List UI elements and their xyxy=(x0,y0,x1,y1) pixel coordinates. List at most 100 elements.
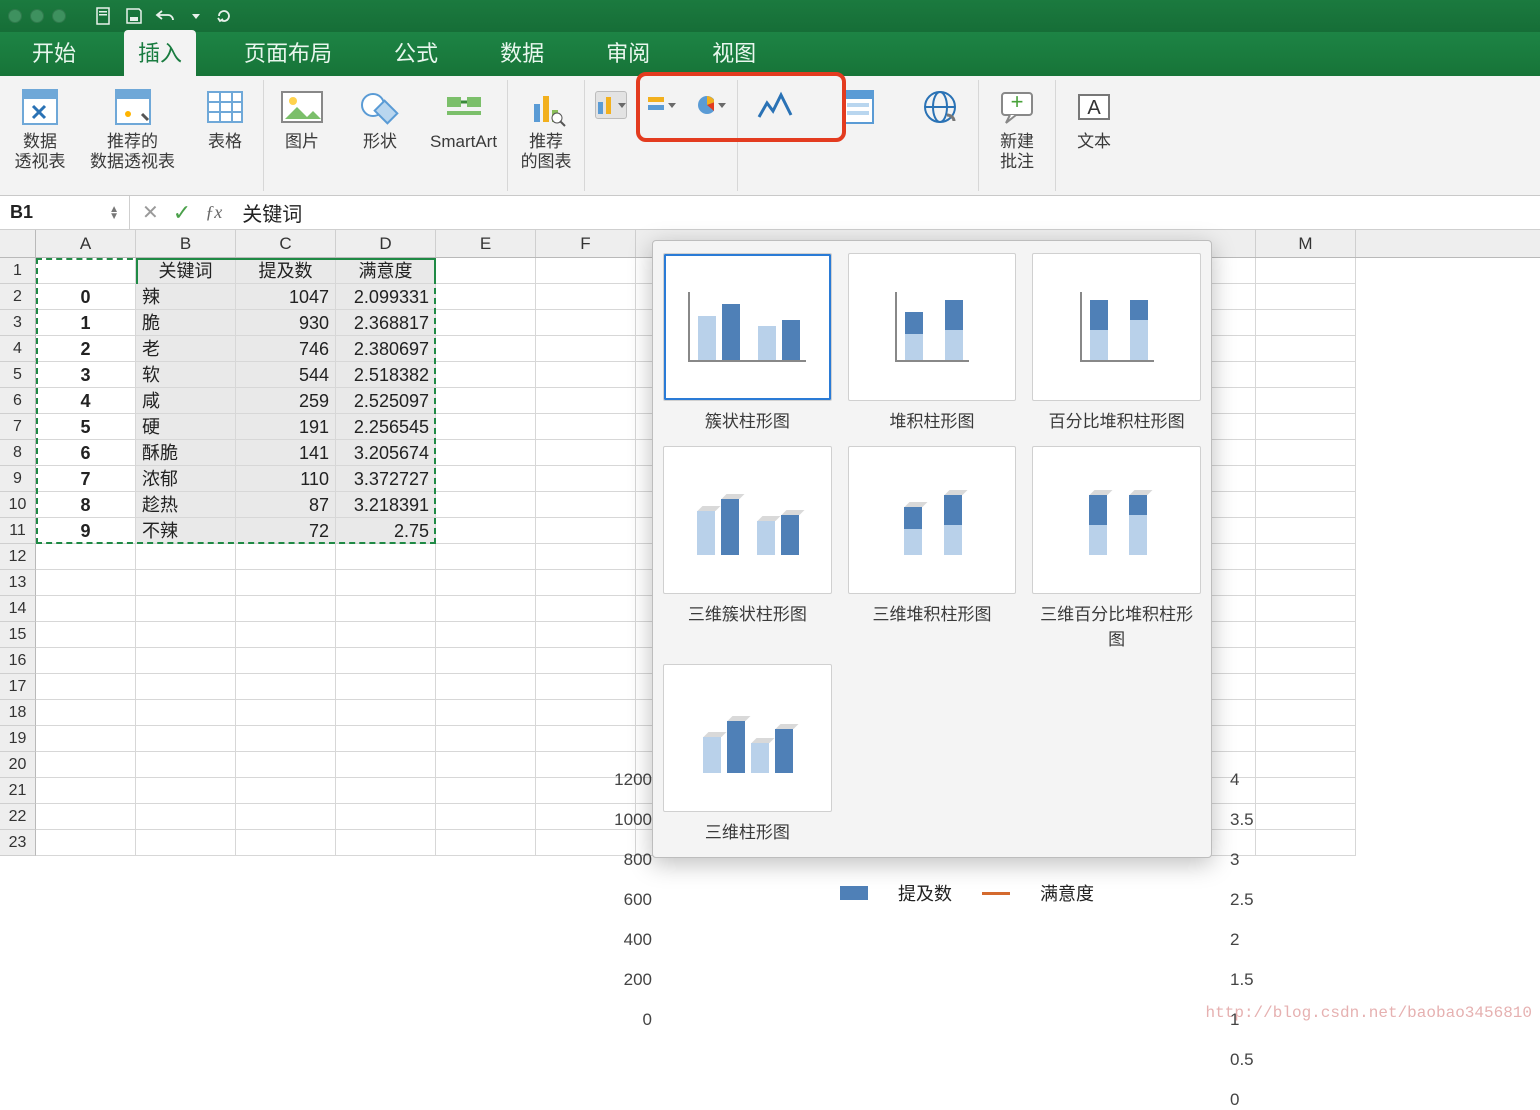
minimize-window-dot[interactable] xyxy=(30,9,44,23)
cell[interactable]: 3.205674 xyxy=(336,440,436,466)
cell[interactable] xyxy=(1256,362,1356,388)
cell[interactable] xyxy=(436,388,536,414)
cell[interactable] xyxy=(436,466,536,492)
tab-review[interactable]: 审阅 xyxy=(592,30,664,76)
cell[interactable] xyxy=(236,596,336,622)
row-header[interactable]: 17 xyxy=(0,674,36,700)
row-header[interactable]: 18 xyxy=(0,700,36,726)
chart-tile-3d-column[interactable] xyxy=(663,664,832,812)
cell[interactable]: 不辣 xyxy=(136,518,236,544)
row-header[interactable]: 19 xyxy=(0,726,36,752)
cell[interactable] xyxy=(1256,544,1356,570)
row-header[interactable]: 12 xyxy=(0,544,36,570)
cell[interactable]: 2.525097 xyxy=(336,388,436,414)
cell[interactable] xyxy=(336,804,436,830)
quick-save-icon[interactable] xyxy=(124,6,144,26)
cell[interactable]: 3.218391 xyxy=(336,492,436,518)
cell[interactable] xyxy=(436,778,536,804)
cell[interactable] xyxy=(36,830,136,856)
row-header[interactable]: 10 xyxy=(0,492,36,518)
tab-data[interactable]: 数据 xyxy=(486,30,558,76)
cell[interactable] xyxy=(236,700,336,726)
line-sparkline-button[interactable] xyxy=(748,84,804,130)
cell[interactable] xyxy=(336,700,436,726)
cell[interactable] xyxy=(236,544,336,570)
cell[interactable] xyxy=(36,622,136,648)
cell[interactable] xyxy=(1256,258,1356,284)
cell[interactable] xyxy=(1256,726,1356,752)
row-header[interactable]: 13 xyxy=(0,570,36,596)
cell[interactable] xyxy=(536,570,636,596)
cell[interactable]: 2.380697 xyxy=(336,336,436,362)
col-header-B[interactable]: B xyxy=(136,230,236,257)
cell[interactable] xyxy=(336,544,436,570)
chart-tile-clustered-column[interactable] xyxy=(663,253,832,401)
cell[interactable] xyxy=(436,648,536,674)
cell[interactable] xyxy=(36,674,136,700)
cell[interactable] xyxy=(1256,414,1356,440)
cell[interactable]: 544 xyxy=(236,362,336,388)
cell[interactable]: 满意度 xyxy=(336,258,436,284)
cell[interactable] xyxy=(136,752,236,778)
cell[interactable] xyxy=(436,492,536,518)
chart-tile-3d-stacked-column[interactable] xyxy=(848,446,1017,594)
cell[interactable] xyxy=(136,778,236,804)
col-header-A[interactable]: A xyxy=(36,230,136,257)
row-header[interactable]: 6 xyxy=(0,388,36,414)
name-box-stepper-icon[interactable]: ▲▼ xyxy=(109,206,119,220)
cell[interactable]: 4 xyxy=(36,388,136,414)
table-button[interactable]: 表格 xyxy=(197,84,253,152)
cell[interactable] xyxy=(136,726,236,752)
cell[interactable] xyxy=(36,726,136,752)
cell[interactable]: 5 xyxy=(36,414,136,440)
cell[interactable] xyxy=(536,726,636,752)
cell[interactable] xyxy=(436,596,536,622)
cell[interactable] xyxy=(36,258,136,284)
quick-doc-icon[interactable] xyxy=(94,6,114,26)
cell[interactable] xyxy=(536,700,636,726)
recommended-charts-button[interactable]: 推荐 的图表 xyxy=(518,84,574,171)
cell[interactable] xyxy=(136,544,236,570)
close-window-dot[interactable] xyxy=(8,9,22,23)
cell[interactable]: 6 xyxy=(36,440,136,466)
cell[interactable] xyxy=(136,830,236,856)
cell[interactable]: 趁热 xyxy=(136,492,236,518)
cell[interactable] xyxy=(536,466,636,492)
chart-tile-3d-100stacked-column[interactable] xyxy=(1032,446,1201,594)
row-header[interactable]: 22 xyxy=(0,804,36,830)
cell[interactable] xyxy=(36,570,136,596)
cell[interactable]: 咸 xyxy=(136,388,236,414)
pivot-table-button[interactable]: 数据 透视表 xyxy=(12,84,68,171)
cell[interactable]: 2.518382 xyxy=(336,362,436,388)
chart-tile-3d-clustered-column[interactable] xyxy=(663,446,832,594)
cell[interactable] xyxy=(536,518,636,544)
cell[interactable] xyxy=(236,778,336,804)
cell[interactable] xyxy=(1256,674,1356,700)
cell[interactable] xyxy=(36,648,136,674)
cell[interactable] xyxy=(536,596,636,622)
cell[interactable] xyxy=(236,622,336,648)
quick-undo-icon[interactable] xyxy=(154,6,174,26)
cell[interactable]: 7 xyxy=(36,466,136,492)
row-header[interactable]: 2 xyxy=(0,284,36,310)
cell[interactable] xyxy=(136,674,236,700)
cell[interactable]: 2.099331 xyxy=(336,284,436,310)
cell[interactable]: 191 xyxy=(236,414,336,440)
row-header[interactable]: 3 xyxy=(0,310,36,336)
cell[interactable] xyxy=(1256,284,1356,310)
cell[interactable]: 141 xyxy=(236,440,336,466)
row-header[interactable]: 4 xyxy=(0,336,36,362)
fx-icon[interactable]: ƒx xyxy=(205,202,222,223)
cell[interactable] xyxy=(36,544,136,570)
cell[interactable] xyxy=(1256,596,1356,622)
cell[interactable]: 3 xyxy=(36,362,136,388)
cell[interactable] xyxy=(436,804,536,830)
cell[interactable] xyxy=(136,622,236,648)
cell[interactable]: 0 xyxy=(36,284,136,310)
cell[interactable] xyxy=(136,804,236,830)
row-header[interactable]: 16 xyxy=(0,648,36,674)
pie-chart-button[interactable] xyxy=(695,91,727,119)
cell[interactable] xyxy=(1256,700,1356,726)
cell[interactable] xyxy=(36,752,136,778)
cell[interactable]: 老 xyxy=(136,336,236,362)
